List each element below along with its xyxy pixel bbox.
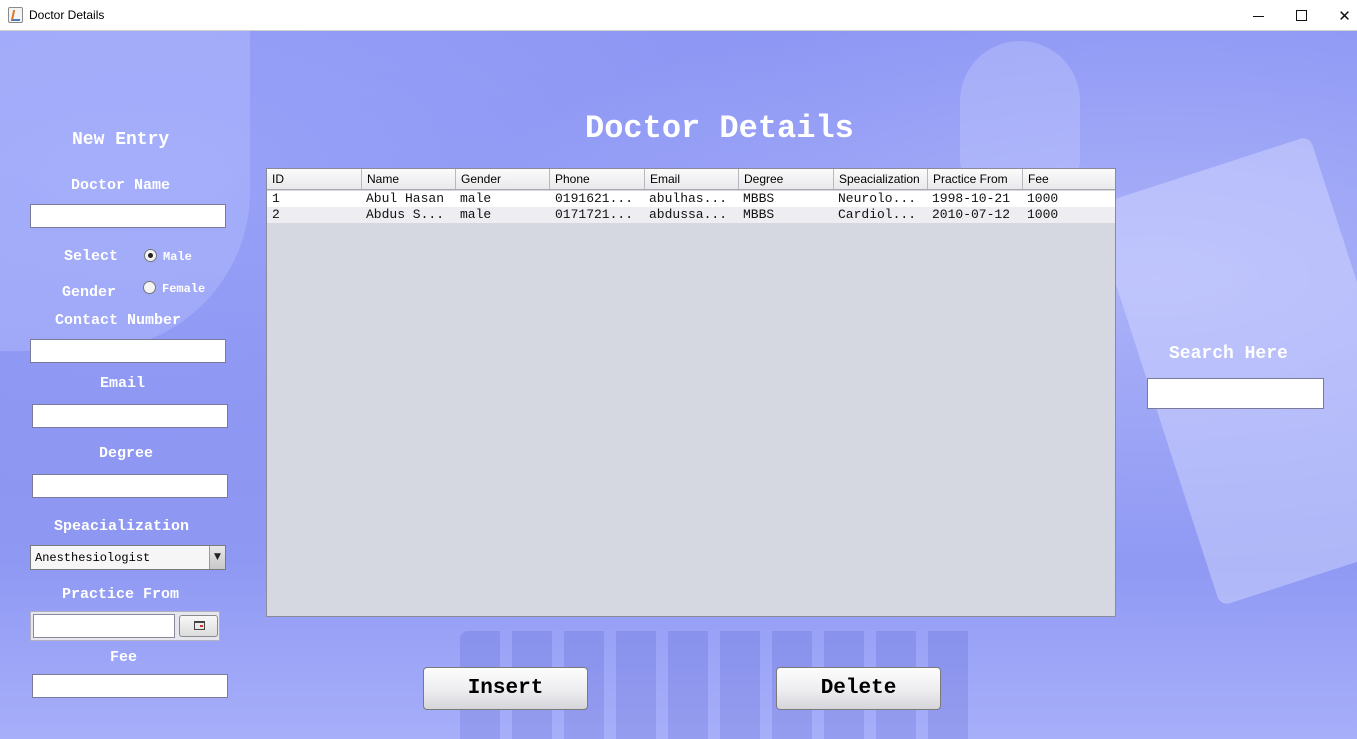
table-cell: 1000 bbox=[1027, 191, 1059, 206]
column-header-email[interactable]: Email bbox=[645, 169, 739, 189]
email-input[interactable] bbox=[32, 404, 228, 428]
column-header-practice-from[interactable]: Practice From bbox=[928, 169, 1023, 189]
table-cell: 1 bbox=[272, 191, 280, 206]
female-radio[interactable] bbox=[143, 281, 156, 294]
specialization-selected-value: Anesthesiologist bbox=[35, 551, 151, 565]
content-area: New Entry Doctor Name Select Gender Male… bbox=[0, 31, 1357, 739]
title-bar: Doctor Details ✕ bbox=[0, 0, 1357, 31]
dropdown-arrow-icon[interactable]: ▼ bbox=[209, 546, 225, 569]
table-cell: abdussa... bbox=[649, 207, 728, 222]
close-button[interactable]: ✕ bbox=[1322, 0, 1357, 31]
table-cell: Cardiol... bbox=[838, 207, 917, 222]
specialization-label: Speacialization bbox=[54, 518, 190, 535]
table-row[interactable]: 1 Abul Hasan male 0191621... abulhas... … bbox=[267, 191, 1115, 207]
search-label: Search Here bbox=[1169, 344, 1288, 364]
contact-number-input[interactable] bbox=[30, 339, 226, 363]
column-header-fee[interactable]: Fee bbox=[1023, 169, 1115, 189]
table-cell: 1000 bbox=[1027, 207, 1059, 222]
table-cell: 2 bbox=[272, 207, 280, 222]
practice-from-input[interactable] bbox=[33, 614, 175, 638]
male-radio-label: Male bbox=[163, 250, 192, 264]
window-title: Doctor Details bbox=[29, 8, 105, 22]
specialization-dropdown[interactable]: Anesthesiologist ▼ bbox=[30, 545, 226, 570]
page-title: Doctor Details bbox=[585, 110, 854, 147]
table-cell: 0171721... bbox=[555, 207, 634, 222]
table-header: ID Name Gender Phone Email Degree Speaci… bbox=[267, 169, 1115, 190]
table-cell: MBBS bbox=[743, 191, 775, 206]
gender-label-select: Select bbox=[64, 248, 119, 265]
maximize-button[interactable] bbox=[1279, 0, 1324, 31]
background-image bbox=[1090, 135, 1357, 607]
table-cell: Neurolo... bbox=[838, 191, 917, 206]
table-cell: male bbox=[460, 207, 492, 222]
close-icon: ✕ bbox=[1338, 6, 1351, 25]
email-label: Email bbox=[100, 375, 146, 392]
calendar-button[interactable] bbox=[179, 615, 218, 637]
table-cell: abulhas... bbox=[649, 191, 728, 206]
minimize-icon bbox=[1253, 16, 1264, 17]
column-header-name[interactable]: Name bbox=[362, 169, 456, 189]
column-header-degree[interactable]: Degree bbox=[739, 169, 834, 189]
practice-from-label: Practice From bbox=[62, 586, 180, 603]
column-header-gender[interactable]: Gender bbox=[456, 169, 550, 189]
degree-input[interactable] bbox=[32, 474, 228, 498]
doctor-name-input[interactable] bbox=[30, 204, 226, 228]
table-row[interactable]: 2 Abdus S... male 0171721... abdussa... … bbox=[267, 207, 1115, 223]
contact-number-label: Contact Number bbox=[55, 312, 182, 329]
fee-label: Fee bbox=[110, 649, 138, 666]
search-input[interactable] bbox=[1147, 378, 1324, 409]
background-image bbox=[960, 41, 1080, 181]
table-cell: 0191621... bbox=[555, 191, 634, 206]
column-header-id[interactable]: ID bbox=[267, 169, 362, 189]
calendar-icon bbox=[194, 621, 205, 630]
java-app-icon bbox=[8, 7, 23, 23]
maximize-icon bbox=[1296, 10, 1307, 21]
column-header-specialization[interactable]: Speacialization bbox=[834, 169, 928, 189]
gender-label-gender: Gender bbox=[62, 284, 117, 301]
female-radio-label: Female bbox=[162, 282, 206, 296]
delete-button[interactable]: Delete bbox=[776, 667, 941, 710]
male-radio[interactable] bbox=[144, 249, 157, 262]
table-cell: Abul Hasan bbox=[366, 191, 445, 206]
table-cell: MBBS bbox=[743, 207, 775, 222]
table-cell: 2010-07-12 bbox=[932, 207, 1011, 222]
doctor-table: ID Name Gender Phone Email Degree Speaci… bbox=[266, 168, 1116, 617]
table-cell: male bbox=[460, 191, 492, 206]
fee-input[interactable] bbox=[32, 674, 228, 698]
new-entry-heading: New Entry bbox=[72, 130, 170, 150]
doctor-name-label: Doctor Name bbox=[71, 177, 171, 194]
practice-from-date-picker bbox=[30, 611, 220, 641]
table-cell: Abdus S... bbox=[366, 207, 445, 222]
column-header-phone[interactable]: Phone bbox=[550, 169, 645, 189]
table-cell: 1998-10-21 bbox=[932, 191, 1011, 206]
minimize-button[interactable] bbox=[1236, 0, 1281, 31]
degree-label: Degree bbox=[99, 445, 154, 462]
insert-button[interactable]: Insert bbox=[423, 667, 588, 710]
